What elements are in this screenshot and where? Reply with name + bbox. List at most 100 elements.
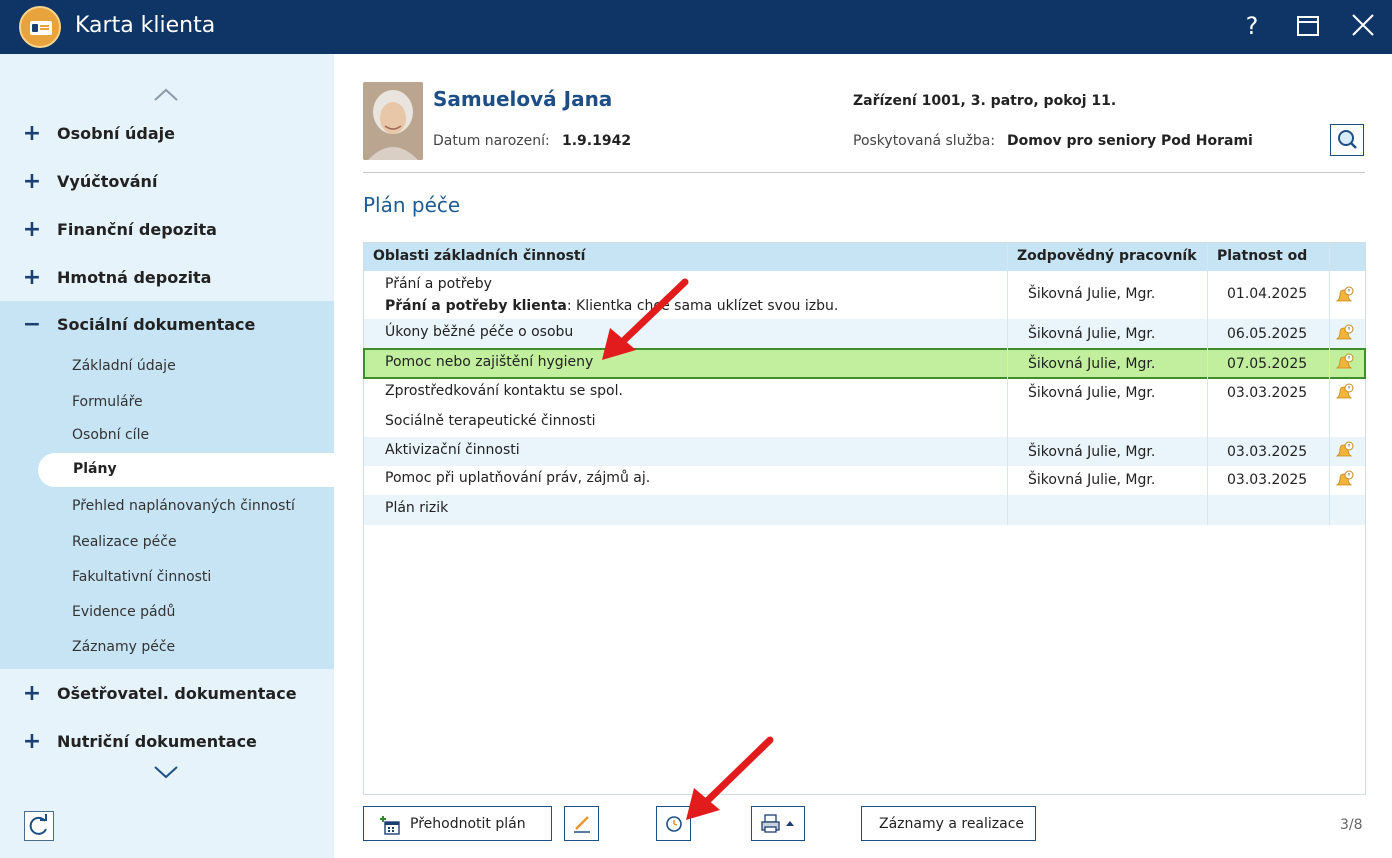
records-and-realization-button[interactable]: Záznamy a realizace [861, 806, 1036, 841]
sidebar-subitem-care-realization[interactable]: Realizace péče [72, 534, 177, 550]
row-worker: Šikovná Julie, Mgr. [1028, 286, 1156, 302]
printer-icon [761, 814, 780, 833]
row-date: 03.03.2025 [1227, 472, 1308, 488]
reminder-bell-icon[interactable] [1334, 469, 1356, 491]
row-date: 07.05.2025 [1227, 356, 1308, 372]
sidebar-item-label: Osobní údaje [57, 124, 175, 143]
row-detail-bold: Přání a potřeby klienta [385, 298, 567, 314]
section-title: Plán péče [363, 193, 461, 217]
sidebar-subitem-fall-records[interactable]: Evidence pádů [72, 604, 175, 620]
table-row[interactable]: Aktivizační činnosti Šikovná Julie, Mgr.… [364, 437, 1365, 466]
client-name: Samuelová Jana [433, 87, 613, 111]
sidebar-item-label: Finanční depozita [57, 220, 217, 239]
sidebar-subitem-planned-activities[interactable]: Přehled naplánovaných činností [72, 498, 295, 514]
sidebar-subitem-personal-goals[interactable]: Osobní cíle [72, 427, 149, 443]
close-icon [1352, 14, 1374, 36]
row-area: Pomoc při uplatňování práv, zájmů aj. [385, 470, 651, 486]
sidebar-item-material-deposits[interactable]: + Hmotná depozita [0, 254, 334, 302]
history-button[interactable] [656, 806, 691, 841]
expand-icon: + [22, 121, 42, 146]
sidebar-item-financial-deposits[interactable]: + Finanční depozita [0, 206, 334, 254]
sidebar-subitem-forms[interactable]: Formuláře [72, 394, 143, 410]
table-row-selected[interactable]: Pomoc nebo zajištění hygieny Šikovná Jul… [363, 348, 1366, 379]
reminder-bell-icon[interactable] [1334, 323, 1356, 345]
maximize-button[interactable] [1289, 8, 1327, 44]
column-header-worker[interactable]: Zodpovědný pracovník [1017, 248, 1197, 264]
reminder-bell-icon[interactable] [1334, 285, 1356, 307]
search-icon [1338, 130, 1357, 149]
refresh-button[interactable] [24, 811, 54, 841]
column-divider [1207, 243, 1208, 525]
row-detail: Přání a potřeby klienta: Klientka chce s… [385, 298, 838, 314]
facility-location: Zařízení 1001, 3. patro, pokoj 11. [853, 93, 1117, 109]
row-area: Úkony běžné péče o osobu [385, 324, 574, 340]
sidebar-item-label: Sociální dokumentace [57, 315, 256, 334]
edit-button[interactable] [564, 806, 599, 841]
sidebar-item-label: Ošetřovatel. dokumentace [57, 684, 297, 703]
sidebar-subitem-care-records[interactable]: Záznamy péče [72, 639, 175, 655]
column-header-valid-from[interactable]: Platnost od [1217, 248, 1307, 264]
title-bar: Karta klienta ? [0, 0, 1392, 54]
dob-label: Datum narození: [433, 133, 550, 149]
care-plan-table: Oblasti základních činností Zodpovědný p… [363, 242, 1366, 795]
service-value: Domov pro seniory Pod Horami [1007, 133, 1253, 149]
help-button[interactable]: ? [1233, 8, 1271, 44]
column-header-area[interactable]: Oblasti základních činností [373, 248, 585, 264]
row-area: Přání a potřeby [385, 276, 492, 292]
table-row[interactable]: Pomoc při uplatňování práv, zájmů aj. Ši… [364, 466, 1365, 495]
row-area: Zprostředkování kontaktu se spol. [385, 383, 623, 399]
sidebar-item-label: Vyúčtování [57, 172, 158, 191]
reminder-bell-icon[interactable] [1334, 440, 1356, 462]
sidebar-item-personal-data[interactable]: + Osobní údaje [0, 110, 334, 158]
row-area: Aktivizační činnosti [385, 442, 520, 458]
client-photo [363, 82, 423, 160]
reevaluate-plan-button[interactable]: Přehodnotit plán [363, 806, 552, 841]
sidebar-subitem-plans[interactable]: Plány [38, 453, 334, 487]
chevron-up-icon [786, 821, 794, 826]
sidebar-subitem-label: Plány [73, 461, 117, 477]
row-worker: Šikovná Julie, Mgr. [1028, 444, 1156, 460]
scroll-down-icon[interactable] [150, 762, 182, 782]
sidebar-subitem-optional-activities[interactable]: Fakultativní činnosti [72, 569, 211, 585]
sidebar-item-label: Nutriční dokumentace [57, 732, 257, 751]
sidebar-item-social-documentation[interactable]: − Sociální dokumentace [0, 301, 334, 349]
table-row[interactable]: Zprostředkování kontaktu se spol. Šikovn… [364, 379, 1365, 408]
header-divider [363, 172, 1365, 173]
reminder-bell-icon[interactable] [1334, 382, 1356, 404]
expand-icon: + [22, 217, 42, 242]
row-area: Pomoc nebo zajištění hygieny [385, 354, 594, 370]
expand-icon: + [22, 729, 42, 754]
scroll-up-icon[interactable] [150, 86, 182, 106]
collapse-icon: − [22, 312, 42, 337]
reevaluate-plan-label: Přehodnotit plán [410, 816, 526, 832]
calendar-add-icon [380, 816, 400, 835]
table-row[interactable]: Sociálně terapeutické činnosti [364, 408, 1365, 437]
reminder-bell-icon[interactable] [1334, 352, 1356, 374]
row-date: 01.04.2025 [1227, 286, 1308, 302]
sidebar-subitem-basic-data[interactable]: Základní údaje [72, 358, 176, 374]
client-card-logo-icon [19, 6, 61, 48]
close-button[interactable] [1344, 8, 1382, 44]
sidebar-item-label: Hmotná depozita [57, 268, 212, 287]
search-button[interactable] [1330, 124, 1364, 156]
expand-icon: + [22, 265, 42, 290]
sidebar-item-nursing-documentation[interactable]: + Ošetřovatel. dokumentace [0, 670, 334, 718]
sidebar-item-billing[interactable]: + Vyúčtování [0, 158, 334, 206]
table-row[interactable]: Úkony běžné péče o osobu Šikovná Julie, … [364, 319, 1365, 348]
column-divider [1329, 243, 1330, 525]
row-worker: Šikovná Julie, Mgr. [1028, 385, 1156, 401]
table-row[interactable]: Přání a potřeby Přání a potřeby klienta:… [364, 271, 1365, 319]
expand-icon: + [22, 169, 42, 194]
row-worker: Šikovná Julie, Mgr. [1028, 356, 1156, 372]
pencil-icon [574, 816, 590, 833]
print-menu-button[interactable] [751, 806, 805, 841]
row-date: 03.03.2025 [1227, 385, 1308, 401]
table-row[interactable]: Plán rizik [364, 495, 1365, 525]
row-worker: Šikovná Julie, Mgr. [1028, 472, 1156, 488]
sidebar-item-nutrition-documentation[interactable]: + Nutriční dokumentace [0, 718, 334, 766]
service-label: Poskytovaná služba: [853, 133, 996, 149]
refresh-icon [29, 814, 47, 835]
row-detail-text: : Klientka chce sama uklízet svou izbu. [566, 298, 839, 314]
column-divider [1007, 243, 1008, 525]
row-worker: Šikovná Julie, Mgr. [1028, 326, 1156, 342]
